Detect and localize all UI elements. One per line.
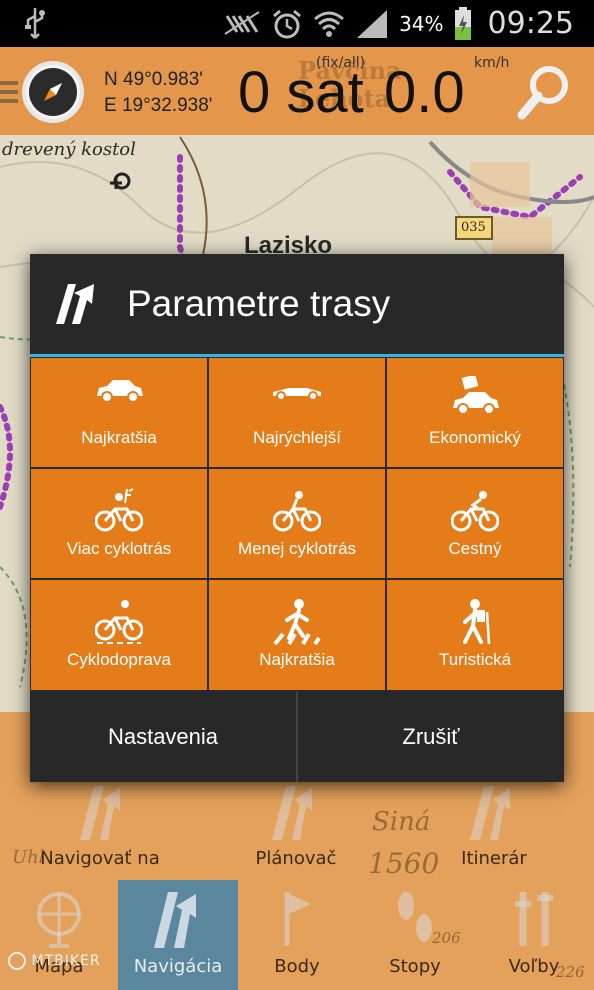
watermark: MTBIKER — [8, 952, 101, 970]
alarm-icon — [273, 9, 302, 38]
nfc-icon — [224, 10, 260, 35]
bike-lane-icon — [95, 600, 143, 644]
option-economic[interactable]: Ekonomický — [386, 357, 564, 468]
tab-options-label: Voľby — [508, 956, 560, 977]
option-shortest-walk[interactable]: Najkratšia — [208, 579, 386, 691]
latitude: N 49°0.983' — [104, 69, 203, 90]
satellite-count: 0 sat — [238, 60, 364, 125]
nav-navigate-to-label: Navigovať na — [40, 848, 160, 869]
navigation-icon — [154, 892, 196, 948]
cancel-button[interactable]: Zrušiť — [296, 691, 564, 782]
nav-tab-bar: Mapa Navigácia Body Stopy Voľby — [0, 880, 594, 990]
option-label: Najrýchlejší — [253, 428, 341, 447]
map-label-church: drevený kostol — [2, 139, 136, 160]
map-label-place: Uhl — [12, 847, 45, 868]
option-label: Cestný — [448, 539, 502, 558]
hiker-icon — [463, 599, 491, 645]
search-icon[interactable] — [514, 61, 576, 123]
tab-points[interactable]: Body — [238, 888, 356, 977]
itinerary-icon — [470, 786, 510, 840]
option-road-bike[interactable]: Cestný — [386, 468, 564, 579]
option-label: Najkratšia — [259, 650, 335, 669]
race-car-icon — [273, 388, 321, 401]
watermark-icon — [8, 952, 26, 970]
dialog-header: Parametre trasy — [30, 254, 564, 354]
flag-icon — [284, 892, 311, 946]
option-label: Ekonomický — [429, 428, 521, 447]
option-label: Menej cyklotrás — [237, 539, 357, 558]
bike-icon — [273, 491, 321, 532]
option-label: Cyklodoprava — [67, 650, 171, 669]
nav-row-primary: Navigovať na Plánovač Itinerár — [0, 782, 594, 882]
road-bike-icon — [451, 491, 499, 532]
tab-points-label: Body — [274, 956, 320, 977]
speed-unit: km/h — [474, 55, 510, 71]
gps-coordinates: N 49°0.983' E 19°32.938' — [104, 67, 212, 119]
planner-icon — [272, 786, 312, 840]
option-label: Viac cyklotrás — [66, 539, 172, 558]
option-hiking[interactable]: Turistická — [386, 579, 564, 691]
option-fastest[interactable]: Najrýchlejší — [208, 357, 386, 468]
menu-icon[interactable] — [0, 81, 18, 108]
pedestrian-icon — [273, 599, 321, 646]
route-options-grid: Najkratšia Najrýchlejší Ekonomický Viac … — [30, 357, 564, 691]
usb-icon — [25, 8, 45, 39]
longitude: E 19°32.938' — [104, 95, 213, 116]
car-icon — [97, 380, 143, 403]
option-less-bike-trails[interactable]: Menej cyklotrás — [208, 468, 386, 579]
nav-itinerary[interactable]: Itinerár — [424, 782, 564, 869]
battery-percent: 34% — [399, 11, 444, 36]
settings-button[interactable]: Nastavenia — [30, 691, 296, 782]
tab-navigation[interactable]: Navigácia — [118, 888, 238, 977]
route-logo-icon — [56, 284, 94, 324]
watermark-text: MTBIKER — [31, 953, 101, 969]
map-label-peak-name: Siná — [372, 807, 431, 837]
globe-icon — [37, 892, 81, 948]
compass-icon — [29, 68, 77, 116]
dialog-buttons: Nastavenia Zrušiť — [30, 691, 564, 782]
wifi-icon — [314, 11, 345, 37]
signal-icon — [357, 9, 388, 38]
clock: 09:25 — [487, 6, 574, 41]
map-label-peak-elevation: 1560 — [368, 847, 440, 880]
status-bar: 34% 09:25 — [0, 0, 594, 47]
map-label-road-206: 206 — [432, 929, 461, 947]
nav-navigate-to[interactable]: Navigovať na — [30, 782, 170, 869]
nav-itinerary-label: Itinerár — [461, 848, 527, 869]
option-more-bike-trails[interactable]: Viac cyklotrás — [30, 468, 208, 579]
compass-button[interactable] — [22, 61, 84, 123]
gps-toolbar: N 49°0.983' E 19°32.938' Pavčina Lehota … — [0, 47, 594, 135]
speed-value: 0.0 — [384, 60, 465, 125]
eco-car-icon — [453, 376, 499, 415]
option-label: Turistická — [438, 650, 512, 669]
tab-navigation-label: Navigácia — [133, 956, 223, 977]
navigate-to-icon — [80, 786, 120, 840]
battery-charging-icon — [454, 6, 471, 40]
map-label-road-226: 226 — [556, 963, 585, 981]
tools-icon — [515, 892, 553, 946]
bike-more-icon — [95, 488, 143, 532]
option-shortest-car[interactable]: Najkratšia — [30, 357, 208, 468]
option-label: Najkratšia — [81, 428, 157, 447]
tab-tracks-label: Stopy — [389, 956, 441, 977]
route-parameters-dialog: Parametre trasy Najkratšia Najrýchlejší … — [30, 254, 564, 782]
option-bike-transport[interactable]: Cyklodoprava — [30, 579, 208, 691]
nav-planner-label: Plánovač — [255, 848, 337, 869]
dialog-title: Parametre trasy — [127, 283, 391, 324]
map-label-road-number: 035 — [461, 220, 486, 235]
nav-planner[interactable]: Plánovač — [226, 782, 366, 869]
